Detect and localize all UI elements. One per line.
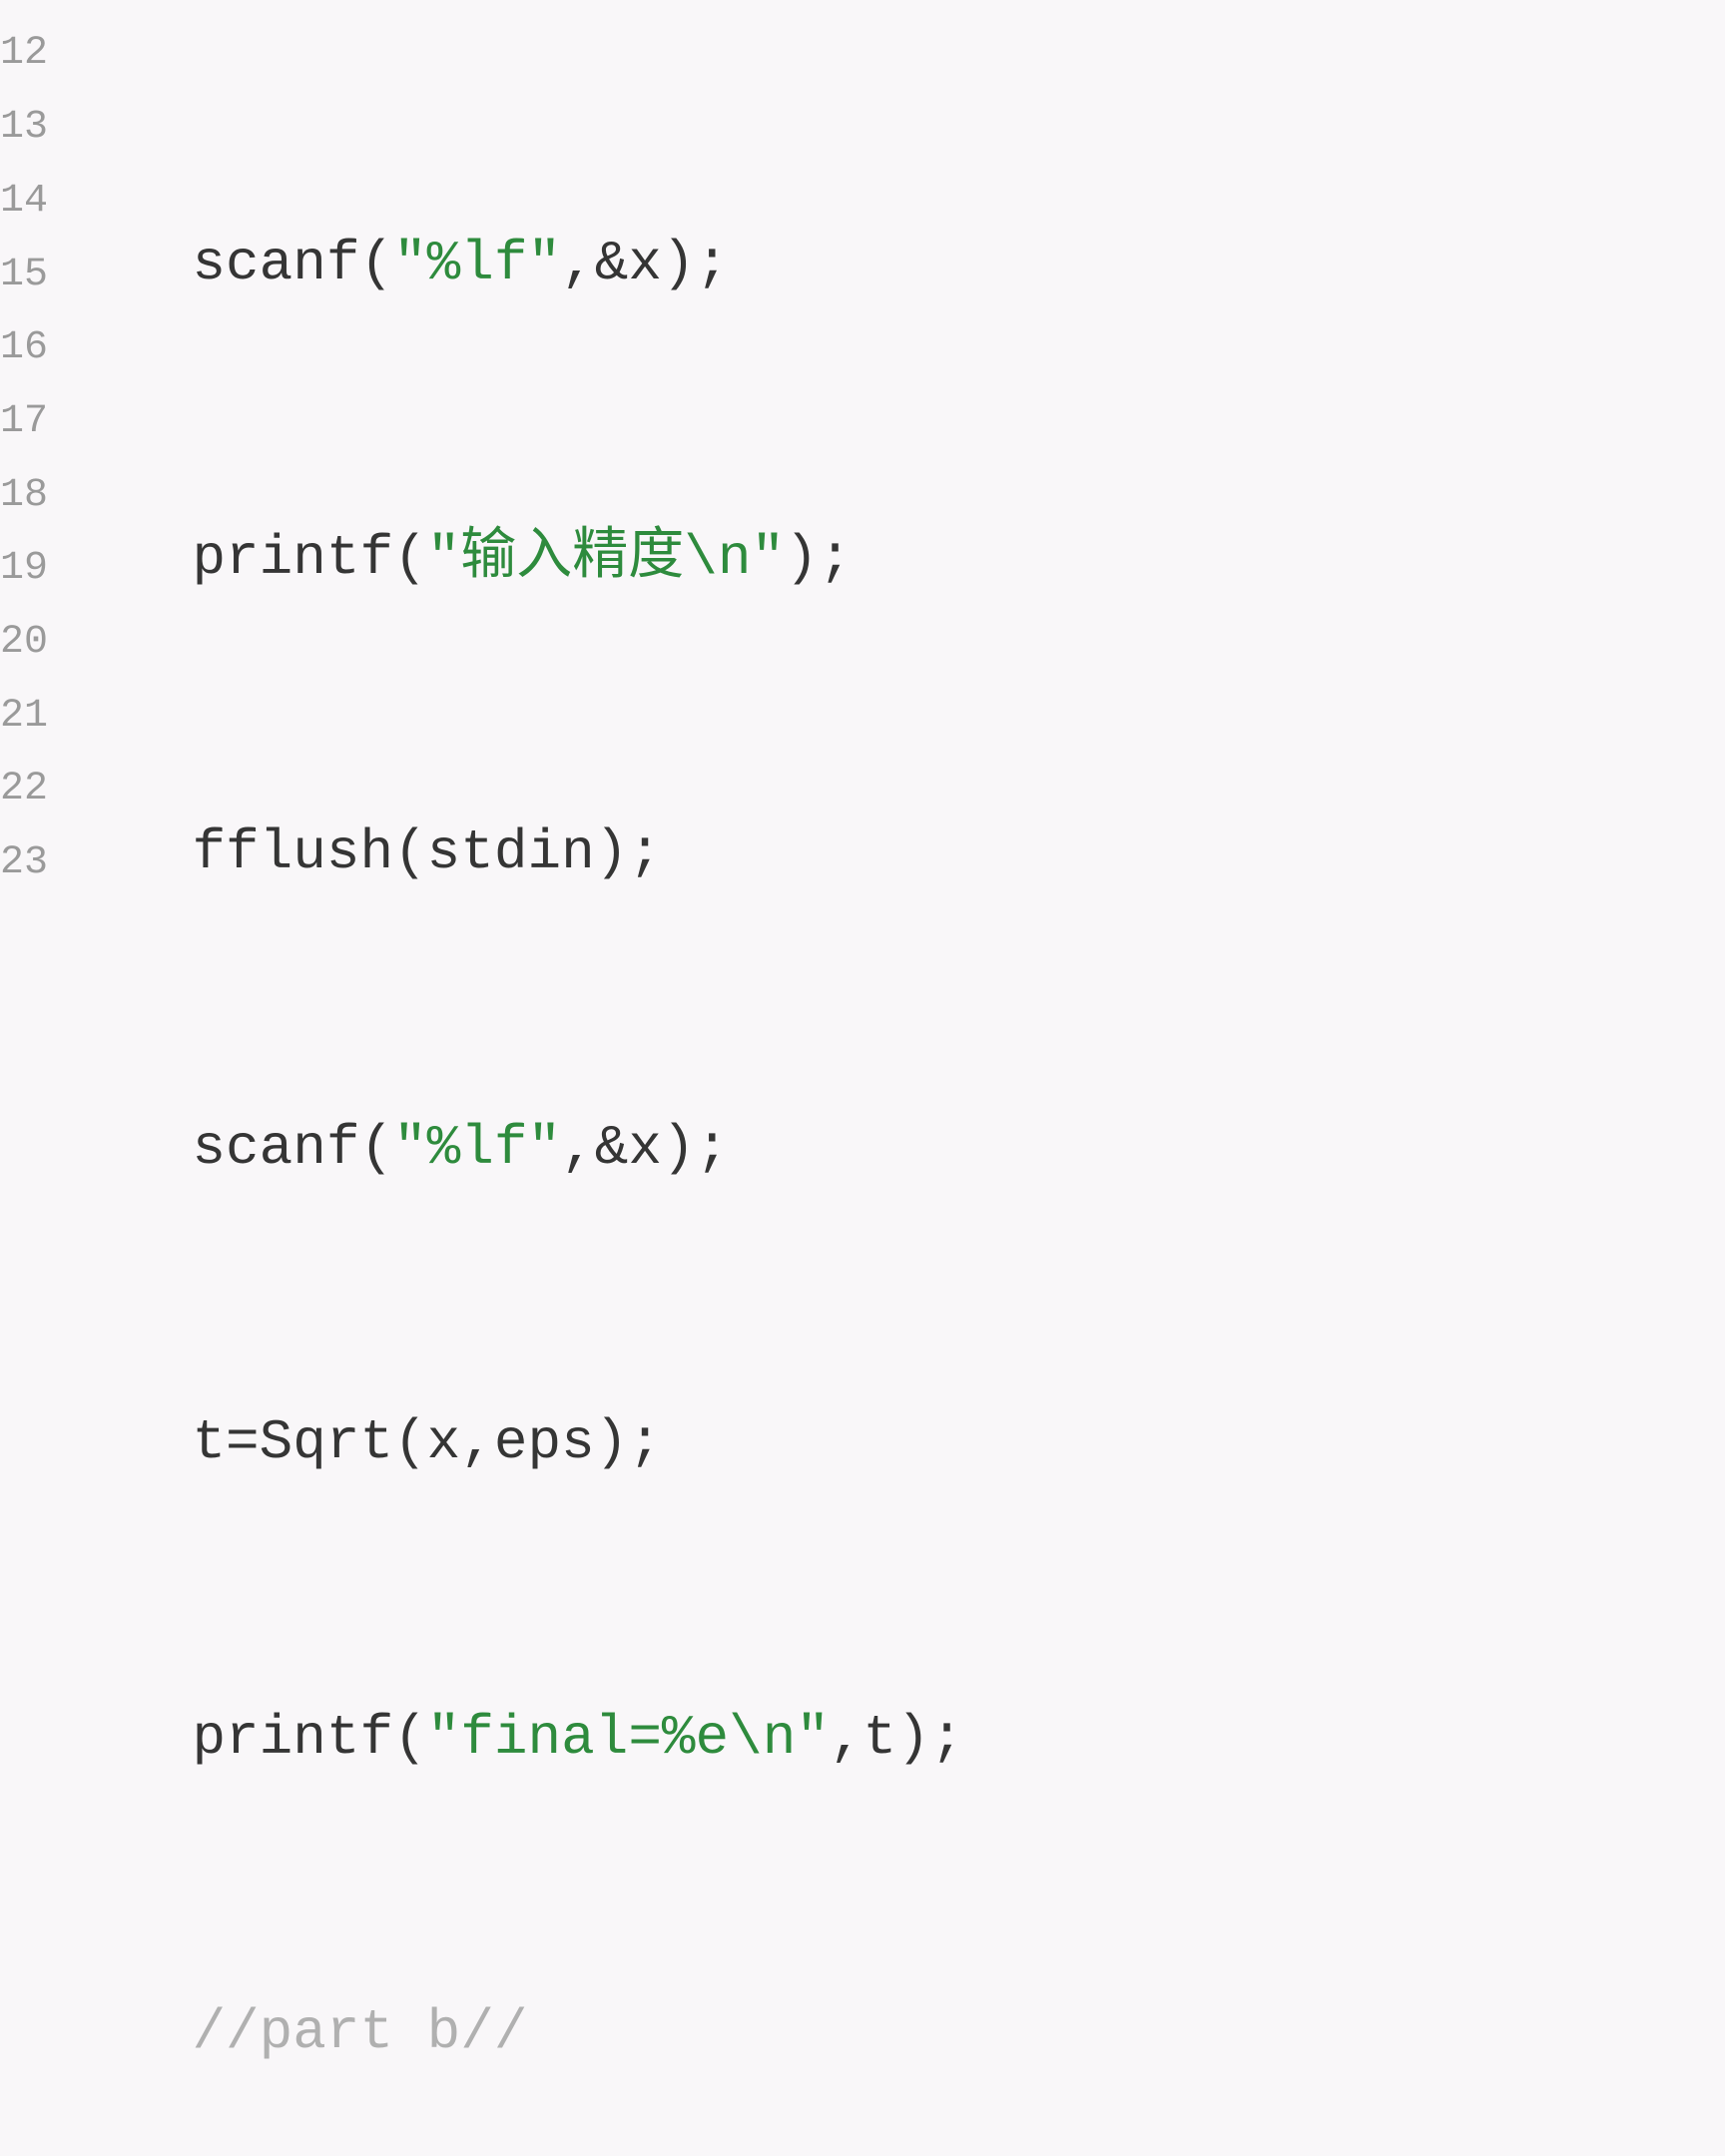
line-number-gutter: 12 13 14 15 16 17 18 19 20 21 22 23 [0, 0, 58, 1078]
line-number: 21 [0, 680, 50, 754]
string-token: "final=%e\n" [427, 1702, 830, 1776]
code-token: printf( [58, 1702, 427, 1776]
code-token: ,&x); [561, 1112, 729, 1186]
code-token: ,t); [830, 1702, 963, 1776]
comment-token: //part b// [192, 1996, 527, 2070]
line-number: 22 [0, 754, 50, 827]
code-line[interactable]: scanf("%lf",&x); [58, 228, 1725, 301]
code-editor[interactable]: 12 13 14 15 16 17 18 19 20 21 22 23 scan… [0, 0, 1725, 1078]
code-area[interactable]: scanf("%lf",&x); printf("输入精度\n"); fflus… [58, 0, 1725, 1078]
line-number: 14 [0, 165, 50, 239]
line-number: 15 [0, 239, 50, 312]
code-token: printf( [58, 522, 427, 596]
string-token: "输入精度\n" [427, 522, 785, 596]
line-number: 18 [0, 459, 50, 533]
line-number: 17 [0, 385, 50, 459]
code-token: fflush(stdin); [58, 816, 662, 890]
code-line[interactable]: printf("final=%e\n",t); [58, 1702, 1725, 1776]
code-line[interactable]: printf("输入精度\n"); [58, 522, 1725, 596]
line-number: 20 [0, 607, 50, 681]
string-token: "%lf" [393, 228, 561, 301]
code-token: t=Sqrt(x,eps); [58, 1406, 662, 1480]
code-token: scanf( [58, 228, 393, 301]
line-number: 13 [0, 92, 50, 166]
code-token: scanf( [58, 1112, 393, 1186]
code-line[interactable]: scanf("%lf",&x); [58, 1112, 1725, 1186]
code-token [58, 1996, 192, 2070]
string-token: "%lf" [393, 1112, 561, 1186]
line-number: 16 [0, 312, 50, 386]
line-number: 23 [0, 827, 50, 901]
code-line[interactable]: //part b// [58, 1996, 1725, 2070]
code-line[interactable]: t=Sqrt(x,eps); [58, 1406, 1725, 1480]
line-number: 19 [0, 533, 50, 607]
line-number: 12 [0, 18, 50, 92]
code-token: ,&x); [561, 228, 729, 301]
code-token: ); [785, 522, 852, 596]
code-line[interactable]: fflush(stdin); [58, 817, 1725, 891]
